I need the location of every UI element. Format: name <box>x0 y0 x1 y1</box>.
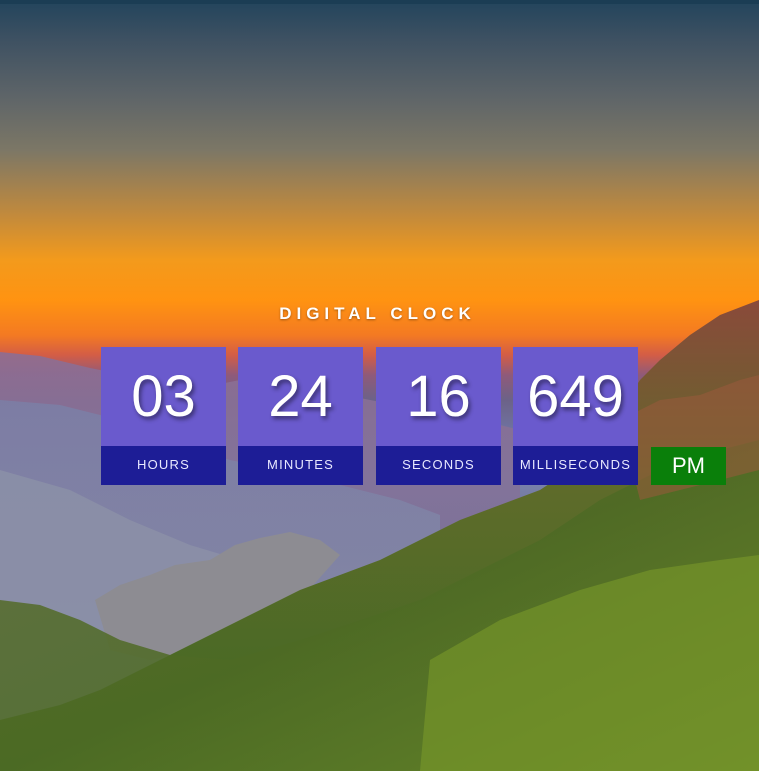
minutes-tile: 24 MINUTES <box>238 347 363 485</box>
minutes-value: 24 <box>238 347 363 446</box>
milliseconds-label: MILLISECONDS <box>513 446 638 485</box>
seconds-label: SECONDS <box>376 446 501 485</box>
milliseconds-tile: 649 MILLISECONDS <box>513 347 638 485</box>
meridiem-badge: PM <box>651 447 726 485</box>
seconds-value: 16 <box>376 347 501 446</box>
hours-tile: 03 HOURS <box>101 347 226 485</box>
minutes-label: MINUTES <box>238 446 363 485</box>
milliseconds-value: 649 <box>513 347 638 446</box>
hours-value: 03 <box>101 347 226 446</box>
clock-title: DIGITAL CLOCK <box>279 304 476 323</box>
seconds-tile: 16 SECONDS <box>376 347 501 485</box>
hours-label: HOURS <box>101 446 226 485</box>
